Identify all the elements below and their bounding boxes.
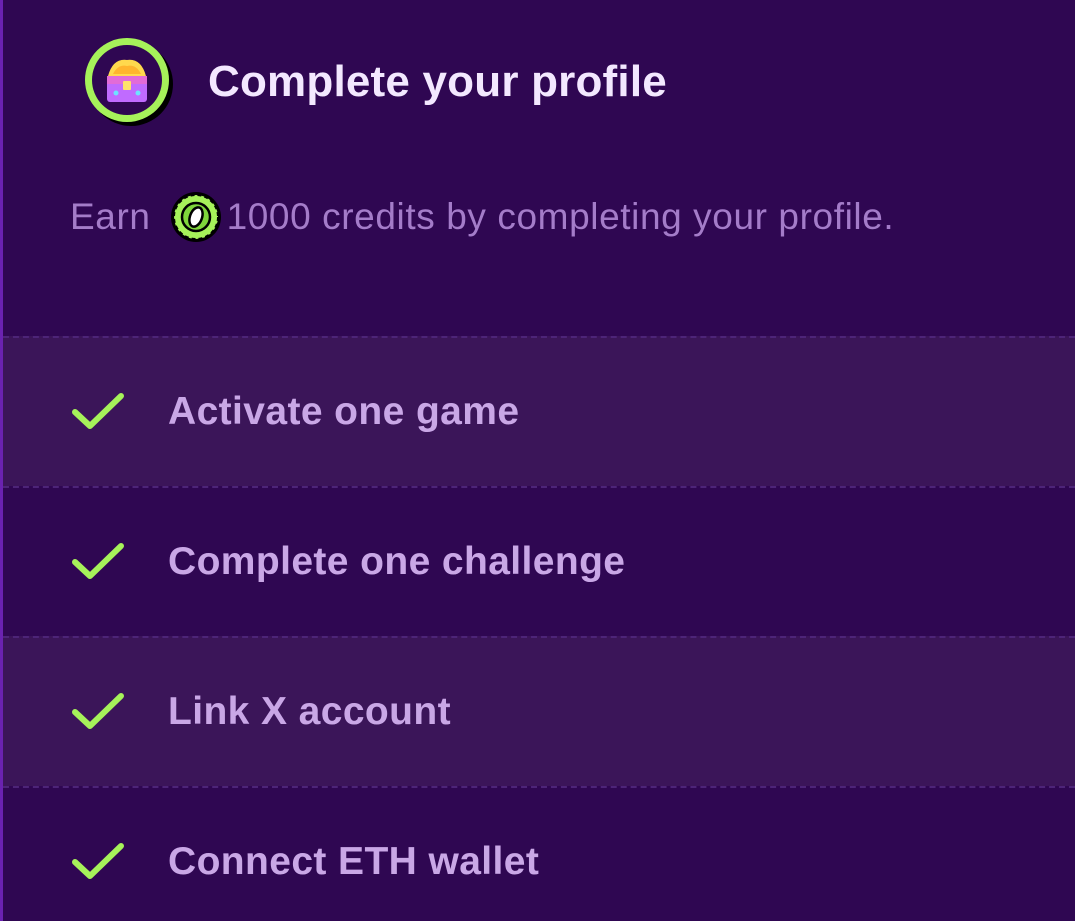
credit-coin-icon bbox=[169, 190, 223, 244]
task-label: Complete one challenge bbox=[168, 540, 626, 583]
panel-header: Complete your profile bbox=[83, 36, 667, 128]
treasure-chest-icon bbox=[83, 36, 175, 128]
task-label: Connect ETH wallet bbox=[168, 840, 540, 883]
reward-description: Earn 1000 credits by completing your pro… bbox=[70, 190, 894, 244]
profile-completion-panel: Complete your profile Earn 1000 credits … bbox=[0, 0, 1075, 921]
reward-text: 1000 credits by completing your profile. bbox=[226, 196, 895, 237]
task-list: Activate one game Complete one challenge… bbox=[3, 336, 1075, 921]
task-item-link-x-account[interactable]: Link X account bbox=[3, 636, 1075, 786]
task-item-connect-eth-wallet[interactable]: Connect ETH wallet bbox=[3, 786, 1075, 921]
checkmark-icon bbox=[72, 693, 124, 729]
task-label: Link X account bbox=[168, 690, 451, 733]
page-title: Complete your profile bbox=[208, 57, 667, 106]
checkmark-icon bbox=[72, 843, 124, 879]
reward-prefix: Earn bbox=[70, 196, 151, 237]
task-item-complete-challenge[interactable]: Complete one challenge bbox=[3, 486, 1075, 636]
task-label: Activate one game bbox=[168, 390, 520, 433]
checkmark-icon bbox=[72, 393, 124, 429]
task-item-activate-game[interactable]: Activate one game bbox=[3, 336, 1075, 486]
checkmark-icon bbox=[72, 543, 124, 579]
